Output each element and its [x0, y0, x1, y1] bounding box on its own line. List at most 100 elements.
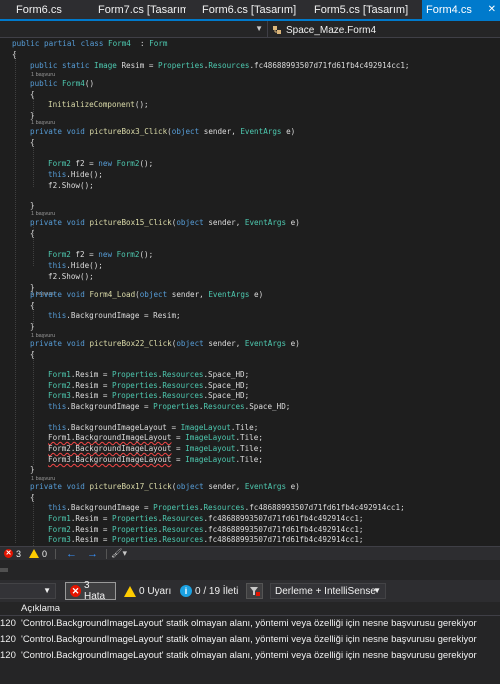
code-token: object [176, 482, 204, 491]
code-line[interactable]: Form3.BackgroundImageLayout = ImageLayou… [48, 454, 263, 465]
arrow-right-icon[interactable]: → [87, 548, 98, 560]
code-line[interactable]: { [30, 89, 35, 100]
horizontal-scrollbar-thumb[interactable] [0, 568, 8, 572]
code-line[interactable]: f2.Show(); [48, 180, 94, 191]
code-line[interactable]: this.BackgroundImage = Resim; [48, 310, 181, 321]
code-token: Properties [153, 402, 199, 411]
code-token: public [30, 79, 63, 88]
code-token: public partial class [12, 39, 109, 48]
error-row[interactable]: 120 'Control.BackgroundImageLayout' stat… [0, 648, 500, 664]
code-token: Properties [158, 61, 204, 70]
code-token: new [98, 250, 117, 259]
code-token: Properties [112, 525, 158, 534]
code-token: this [48, 311, 67, 320]
code-line[interactable]: public Form4() [30, 78, 94, 89]
scope-dropdown[interactable]: ▼ [0, 583, 56, 599]
error-count-indicator[interactable]: ✕ 3 [4, 549, 21, 559]
tab-form5-design[interactable]: Form5.cs [Tasarım] [298, 0, 422, 19]
tab-form6-design[interactable]: Form6.cs [Tasarım] [186, 0, 298, 19]
code-line[interactable]: public static Image Resim = Properties.R… [30, 60, 410, 71]
code-line[interactable]: Form1.Resim = Properties.Resources.fc486… [48, 513, 363, 524]
code-line[interactable]: { [30, 300, 35, 311]
errors-filter-label: 3 Hata [84, 580, 106, 602]
filter-toggle-button[interactable] [246, 583, 263, 599]
panel-splitter[interactable] [0, 560, 500, 580]
warning-count-indicator[interactable]: 0 [29, 549, 47, 559]
error-count: 3 [16, 548, 22, 559]
divider [55, 548, 57, 559]
divider [106, 548, 108, 559]
code-line[interactable]: } [30, 464, 35, 475]
warning-icon [29, 549, 40, 558]
build-source-dropdown[interactable]: Derleme + IntelliSense ▼ [270, 583, 386, 599]
code-line[interactable]: this.BackgroundImage = Properties.Resour… [48, 401, 290, 412]
code-line[interactable]: Form2.BackgroundImageLayout = ImageLayou… [48, 443, 263, 454]
code-line[interactable]: Form3.Resim = Properties.Resources.Space… [48, 390, 249, 401]
code-token: .Resim = [70, 370, 113, 379]
code-token: sender, [203, 339, 245, 348]
code-token: this [48, 423, 67, 432]
arrow-left-icon[interactable]: ← [66, 548, 77, 560]
code-line[interactable]: this.Hide(); [48, 169, 103, 180]
tab-form7-design[interactable]: Form7.cs [Tasarım] [82, 0, 186, 19]
code-token: private void [30, 339, 90, 348]
type-dropdown[interactable]: ▼ [0, 21, 268, 38]
code-line[interactable]: Form1.Resim = Properties.Resources.Space… [48, 369, 249, 380]
chevron-down-icon: ▼ [373, 586, 381, 595]
filter-icon [250, 587, 260, 596]
code-token: pictureBox15_Click [89, 218, 172, 227]
chevron-down-icon: ▼ [43, 586, 51, 595]
code-token: = [171, 433, 186, 442]
code-line[interactable]: } [30, 321, 35, 332]
code-token: f2 = [70, 159, 99, 168]
code-line[interactable]: } [30, 200, 35, 211]
code-token: EventArgs [244, 339, 287, 348]
code-token: ImageLayout [185, 455, 236, 464]
code-line[interactable]: public partial class Form4 : Form [12, 38, 167, 49]
messages-filter-button[interactable]: i 0 / 19 İleti [176, 582, 242, 600]
code-line[interactable]: private void pictureBox17_Click(object s… [30, 481, 300, 492]
warnings-filter-button[interactable]: 0 Uyarı [120, 582, 175, 600]
code-line[interactable]: private void pictureBox15_Click(object s… [30, 217, 300, 228]
tab-label: Form4.cs [426, 4, 472, 16]
error-row[interactable]: 120 'Control.BackgroundImageLayout' stat… [0, 632, 500, 648]
errors-filter-button[interactable]: ✕ 3 Hata [65, 580, 116, 602]
code-token: Properties [112, 381, 158, 390]
tab-form4-cs[interactable]: Form4.cs ✕ [422, 0, 500, 19]
error-row[interactable]: 120 'Control.BackgroundImageLayout' stat… [0, 616, 500, 632]
error-icon: ✕ [4, 549, 13, 558]
code-token: this [48, 503, 67, 512]
code-line[interactable]: { [30, 492, 35, 503]
code-line[interactable]: { [12, 49, 17, 60]
code-line[interactable]: { [30, 137, 35, 148]
code-line[interactable]: Form2 f2 = new Form2(); [48, 249, 153, 260]
code-token: Form2 [48, 250, 71, 259]
code-line[interactable]: Form1.BackgroundImageLayout = ImageLayou… [48, 432, 263, 443]
error-code: 120 [0, 650, 16, 661]
code-token: .Hide(); [66, 170, 103, 179]
code-token: e) [286, 218, 300, 227]
code-line[interactable]: f2.Show(); [48, 271, 94, 282]
code-line[interactable]: { [30, 228, 35, 239]
code-line[interactable]: private void pictureBox3_Click(object se… [30, 126, 295, 137]
code-line[interactable]: Form3.Resim = Properties.Resources.fc486… [48, 534, 363, 545]
tab-form6-cs[interactable]: Form6.cs [0, 0, 82, 19]
error-squiggle-token: Form2.BackgroundImageLayout [48, 444, 172, 453]
code-line[interactable]: InitializeComponent(); [48, 99, 149, 110]
column-header-description[interactable]: Açıklama [21, 603, 60, 614]
code-token: .BackgroundImage = Resim; [66, 311, 181, 320]
code-token: private void [30, 218, 90, 227]
indent-guide [33, 351, 34, 465]
code-line[interactable]: private void Form4_Load(object sender, E… [30, 289, 263, 300]
code-line[interactable]: this.Hide(); [48, 260, 103, 271]
code-token: Form2 [116, 159, 140, 168]
code-cleanup-brush-icon[interactable]: 🖌▾ [111, 548, 127, 559]
code-line[interactable]: Form2 f2 = new Form2(); [48, 158, 153, 169]
code-editor[interactable]: public partial class Form4 : Form { publ… [0, 38, 500, 546]
close-icon[interactable]: ✕ [488, 4, 496, 19]
code-line[interactable]: this.BackgroundImage = Properties.Resour… [48, 502, 405, 513]
code-line[interactable]: private void pictureBox22_Click(object s… [30, 338, 300, 349]
member-dropdown[interactable]: Space_Maze.Form4 [272, 23, 376, 37]
code-line[interactable]: { [30, 349, 35, 360]
code-token: = [171, 455, 186, 464]
